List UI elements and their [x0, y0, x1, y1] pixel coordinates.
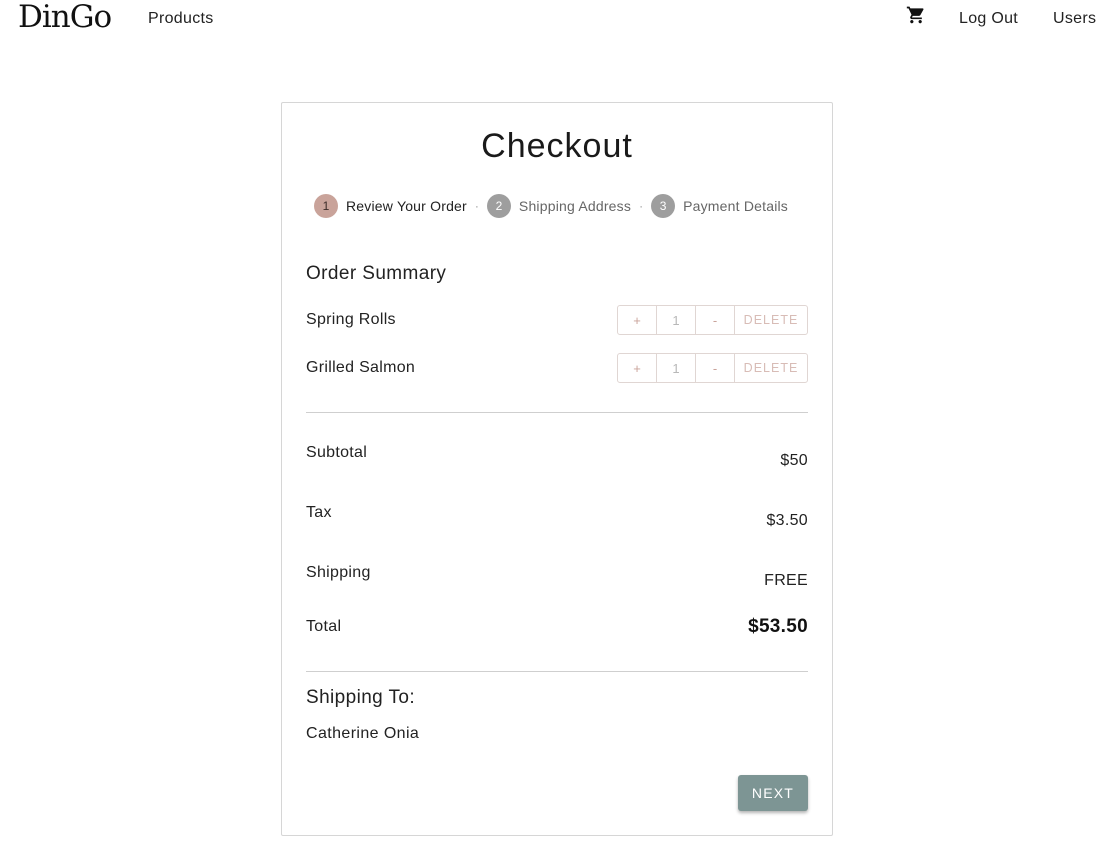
step-review-order: 1 Review Your Order	[314, 194, 467, 218]
shipping-to-title: Shipping To:	[306, 687, 416, 708]
delete-item-button[interactable]: DELETE	[735, 306, 807, 334]
decrease-quantity-button[interactable]: -	[696, 354, 735, 382]
shopping-cart-icon[interactable]	[906, 5, 926, 25]
subtotal-value: $50	[780, 452, 808, 469]
checkout-title: Checkout	[481, 127, 633, 165]
quantity-controls: + 1 - DELETE	[617, 305, 808, 335]
subtotal-label: Subtotal	[306, 444, 368, 461]
totals-divider	[306, 671, 808, 672]
summary-divider	[306, 412, 808, 413]
quantity-value: 1	[657, 306, 696, 334]
nav-logout-link[interactable]: Log Out	[959, 10, 1018, 28]
step-shipping-address: 2 Shipping Address	[486, 194, 632, 218]
tax-label: Tax	[306, 504, 332, 521]
step-number-badge: 1	[314, 194, 338, 218]
item-name: Grilled Salmon	[306, 359, 416, 376]
quantity-value: 1	[657, 354, 696, 382]
order-item: Spring Rolls + 1 - DELETE	[306, 305, 808, 335]
order-summary-title: Order Summary	[306, 263, 447, 284]
nav-products-link[interactable]: Products	[148, 10, 214, 28]
increase-quantity-button[interactable]: +	[618, 306, 657, 334]
step-separator: ·	[474, 199, 479, 213]
total-label: Total	[306, 618, 342, 635]
step-label: Review Your Order	[346, 198, 467, 214]
top-navbar: DinGo Products Log Out Users	[0, 0, 1108, 40]
checkout-stepper: 1 Review Your Order · 2 Shipping Address…	[314, 194, 788, 218]
order-item: Grilled Salmon + 1 - DELETE	[306, 353, 808, 383]
delete-item-button[interactable]: DELETE	[735, 354, 807, 382]
step-number-badge: 2	[486, 194, 511, 218]
next-button[interactable]: NEXT	[738, 775, 808, 811]
quantity-controls: + 1 - DELETE	[617, 353, 808, 383]
shipping-value: FREE	[764, 572, 808, 589]
decrease-quantity-button[interactable]: -	[696, 306, 735, 334]
brand-logo[interactable]: DinGo	[18, 0, 112, 34]
tax-value: $3.50	[766, 512, 808, 529]
step-separator: ·	[639, 199, 644, 213]
step-number-badge: 3	[651, 194, 676, 218]
checkout-card: Checkout 1 Review Your Order · 2 Shippin…	[281, 102, 833, 836]
increase-quantity-button[interactable]: +	[618, 354, 657, 382]
shipping-label: Shipping	[306, 564, 371, 581]
total-value: $53.50	[748, 616, 808, 637]
step-payment-details: 3 Payment Details	[651, 194, 788, 218]
item-name: Spring Rolls	[306, 311, 396, 328]
shipping-recipient-name: Catherine Onia	[306, 725, 420, 742]
step-label: Payment Details	[683, 198, 789, 214]
step-label: Shipping Address	[518, 198, 632, 214]
nav-users-link[interactable]: Users	[1053, 10, 1096, 28]
